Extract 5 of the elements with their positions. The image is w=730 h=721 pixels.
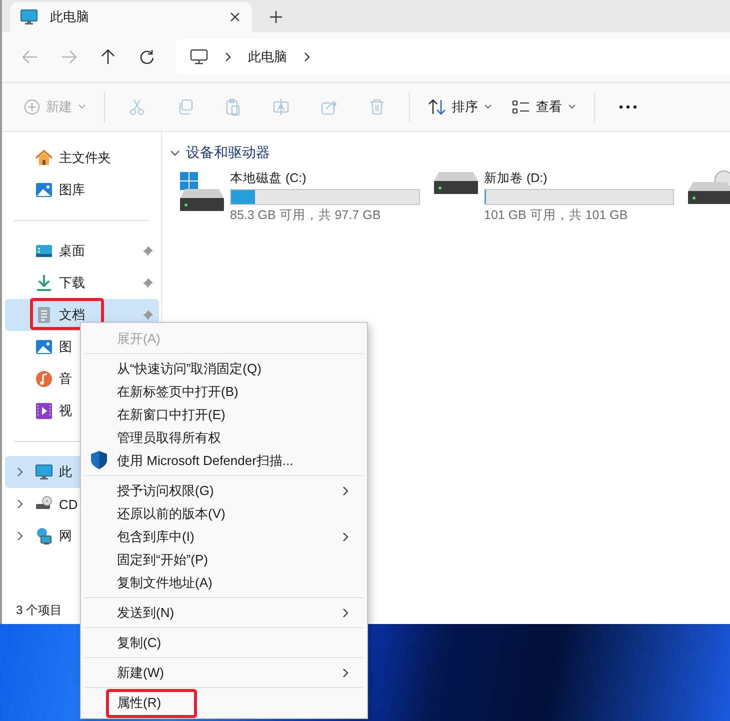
drive-name: 本地磁盘 (C:) — [230, 170, 308, 187]
drive-space: 85.3 GB 可用，共 97.7 GB — [230, 207, 382, 224]
item-count: 3 个项目 — [16, 602, 62, 619]
drive-name: 新加卷 (D:) — [484, 170, 548, 187]
drive-space: 101 GB 可用，共 101 GB — [484, 207, 629, 224]
